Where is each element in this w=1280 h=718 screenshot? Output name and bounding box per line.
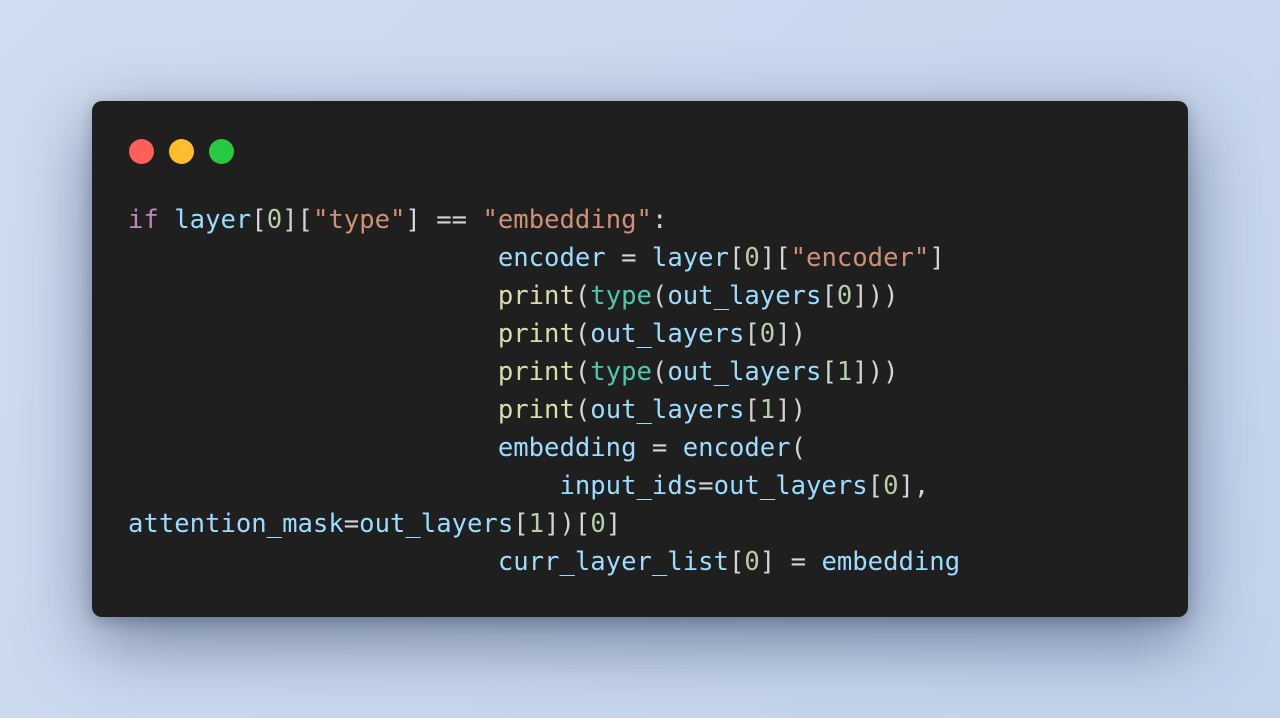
code-token-variable: curr_layer_list <box>497 547 729 577</box>
code-token-number: 0 <box>759 319 776 349</box>
code-token-punctuation: ] <box>605 509 622 539</box>
code-token-variable: layer <box>174 205 252 235</box>
code-token-punctuation: [ <box>867 471 884 501</box>
code-token-punctuation: ( <box>574 319 591 349</box>
code-token-number: 0 <box>590 509 606 539</box>
code-token-punctuation: = <box>343 509 360 539</box>
code-token-punctuation <box>128 547 498 577</box>
code-token-variable: out_layers <box>713 471 868 501</box>
code-token-number: 0 <box>266 205 283 235</box>
code-token-punctuation <box>159 205 174 235</box>
code-token-punctuation: [ <box>728 243 745 273</box>
code-token-punctuation: [ <box>821 357 837 387</box>
code-line: print(out_layers[1]) <box>128 391 960 429</box>
code-token-variable: encoder <box>497 243 606 273</box>
code-token-punctuation: : <box>651 205 668 235</box>
code-token-punctuation <box>128 319 498 349</box>
code-line: print(type(out_layers[0])) <box>128 277 960 315</box>
code-token-variable: out_layers <box>590 395 745 425</box>
code-token-variable: attention_mask <box>128 509 344 539</box>
maximize-button[interactable] <box>209 139 234 164</box>
code-token-punctuation: ][ <box>282 205 313 235</box>
code-token-punctuation: ] == <box>405 205 483 235</box>
code-token-punctuation <box>128 357 498 387</box>
code-block: if layer[0]["type"] == "embedding": enco… <box>128 201 960 581</box>
code-token-punctuation: ( <box>651 357 668 387</box>
code-token-punctuation: ( <box>574 357 591 387</box>
code-token-punctuation: ])) <box>852 281 899 311</box>
code-token-function: print <box>497 395 575 425</box>
code-token-variable: out_layers <box>667 357 822 387</box>
code-token-punctuation: ]) <box>775 319 807 349</box>
code-token-punctuation: [ <box>821 281 837 311</box>
code-token-number: 0 <box>744 547 760 577</box>
code-token-punctuation: [ <box>744 395 760 425</box>
code-token-punctuation <box>128 281 498 311</box>
code-token-punctuation: ])) <box>852 357 899 387</box>
code-token-number: 1 <box>528 509 545 539</box>
code-token-punctuation: ( <box>574 281 591 311</box>
code-token-punctuation: ]) <box>775 395 807 425</box>
code-line: embedding = encoder( <box>128 429 960 467</box>
code-window: if layer[0]["type"] == "embedding": enco… <box>92 101 1188 617</box>
code-token-punctuation <box>128 243 498 273</box>
code-line: curr_layer_list[0] = embedding <box>128 543 960 581</box>
code-line: print(out_layers[0]) <box>128 315 960 353</box>
code-token-punctuation <box>128 433 498 463</box>
code-token-function: print <box>497 357 575 387</box>
code-token-punctuation: [ <box>728 547 745 577</box>
code-token-number: 0 <box>836 281 853 311</box>
code-token-number: 0 <box>744 243 760 273</box>
code-token-punctuation: ( <box>651 281 668 311</box>
code-token-variable: out_layers <box>359 509 514 539</box>
code-token-punctuation: [ <box>513 509 529 539</box>
code-token-number: 0 <box>883 471 899 501</box>
code-token-variable: encoder <box>682 433 791 463</box>
code-token-number: 1 <box>836 357 853 387</box>
code-token-variable: embedding <box>821 547 961 577</box>
code-token-string: "encoder" <box>790 243 930 273</box>
code-token-string: "type" <box>312 205 406 235</box>
code-line: if layer[0]["type"] == "embedding": <box>128 201 960 239</box>
code-token-punctuation: ][ <box>759 243 791 273</box>
code-token-keyword: if <box>128 205 159 235</box>
code-token-variable: embedding <box>497 433 637 463</box>
code-token-punctuation: ( <box>790 433 807 463</box>
code-token-punctuation: ] = <box>759 547 822 577</box>
code-line: input_ids=out_layers[0], <box>128 467 960 505</box>
code-token-punctuation: ])[ <box>544 509 591 539</box>
code-token-variable: out_layers <box>667 281 822 311</box>
code-token-number: 1 <box>759 395 776 425</box>
code-line: attention_mask=out_layers[1])[0] <box>128 505 960 543</box>
code-token-punctuation <box>128 395 498 425</box>
code-token-builtin-type: type <box>590 281 652 311</box>
code-token-punctuation: = <box>605 243 652 273</box>
code-line: encoder = layer[0]["encoder"] <box>128 239 960 277</box>
code-line: print(type(out_layers[1])) <box>128 353 960 391</box>
code-token-variable: input_ids <box>559 471 699 501</box>
code-token-punctuation: ( <box>574 395 591 425</box>
code-token-punctuation: = <box>698 471 714 501</box>
code-token-punctuation: [ <box>744 319 760 349</box>
code-token-builtin-type: type <box>590 357 652 387</box>
code-token-punctuation: [ <box>251 205 267 235</box>
minimize-button[interactable] <box>169 139 194 164</box>
code-token-variable: layer <box>651 243 729 273</box>
code-token-punctuation <box>128 471 559 501</box>
code-token-punctuation: ] <box>929 243 945 273</box>
code-token-function: print <box>497 319 575 349</box>
code-token-punctuation: ], <box>898 471 930 501</box>
code-token-string: "embedding" <box>482 205 652 235</box>
code-token-function: print <box>497 281 575 311</box>
code-token-variable: out_layers <box>590 319 745 349</box>
close-button[interactable] <box>129 139 154 164</box>
code-token-punctuation: = <box>636 433 683 463</box>
